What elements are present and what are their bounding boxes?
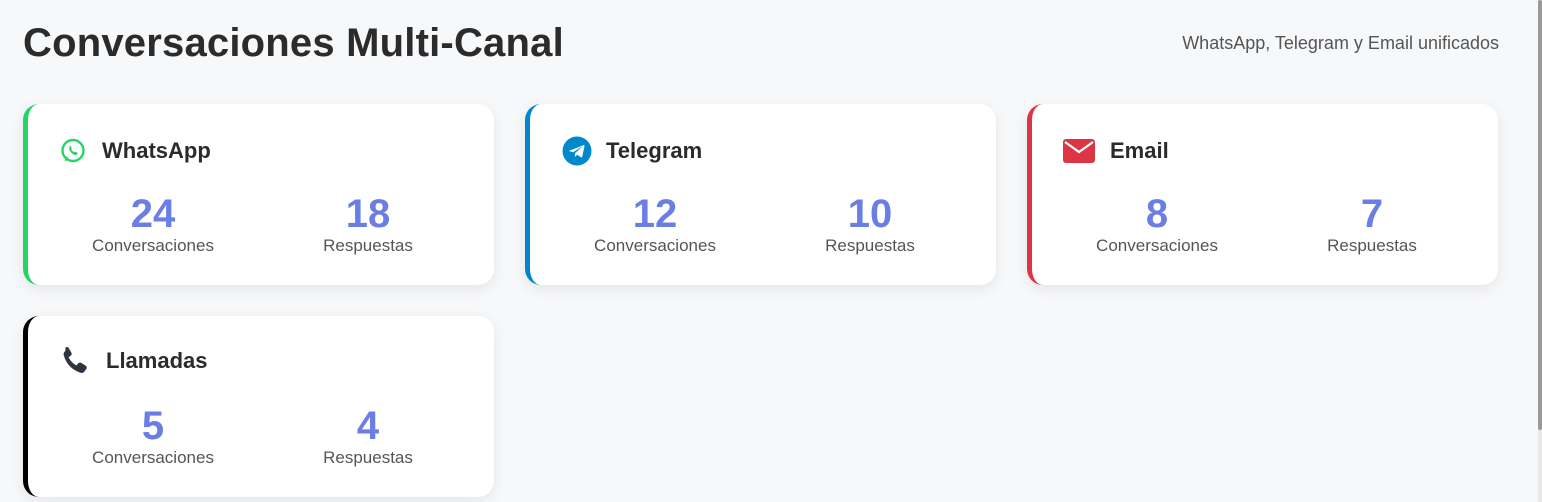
responses-count: 4	[356, 404, 380, 448]
whatsapp-icon	[58, 136, 88, 166]
responses-stat: 4 Respuestas	[268, 404, 468, 468]
conversations-label: Conversaciones	[92, 236, 214, 255]
responses-count: 7	[1360, 192, 1384, 236]
responses-count: 10	[847, 192, 893, 236]
channel-card-calls[interactable]: Llamadas 5 Conversaciones 4 Respuestas	[23, 316, 494, 497]
responses-label: Respuestas	[323, 448, 413, 467]
card-header: Llamadas	[58, 344, 208, 378]
responses-stat: 10 Respuestas	[770, 192, 970, 256]
conversations-count: 5	[141, 404, 165, 448]
responses-label: Respuestas	[1327, 236, 1417, 255]
channel-card-email[interactable]: Email 8 Conversaciones 7 Respuestas	[1027, 104, 1498, 285]
email-icon	[1062, 136, 1096, 166]
phone-icon	[58, 344, 92, 378]
conversations-count: 8	[1145, 192, 1169, 236]
conversations-count: 12	[632, 192, 678, 236]
responses-stat: 18 Respuestas	[268, 192, 468, 256]
page-header: Conversaciones Multi-Canal WhatsApp, Tel…	[23, 18, 1499, 68]
card-title: Llamadas	[106, 348, 208, 373]
page-title: Conversaciones Multi-Canal	[23, 20, 564, 65]
conversations-count: 24	[130, 192, 176, 236]
scrollbar-thumb[interactable]	[1538, 0, 1542, 430]
card-header: Telegram	[562, 134, 702, 168]
card-header: Email	[1062, 134, 1169, 168]
card-title: Telegram	[606, 138, 703, 163]
conversations-label: Conversaciones	[1096, 236, 1218, 255]
responses-label: Respuestas	[323, 236, 413, 255]
card-header: WhatsApp	[58, 134, 211, 168]
conversations-stat: 12 Conversaciones	[555, 192, 755, 256]
conversations-label: Conversaciones	[92, 448, 214, 467]
telegram-icon	[562, 136, 592, 166]
responses-label: Respuestas	[825, 236, 915, 255]
channel-card-whatsapp[interactable]: WhatsApp 24 Conversaciones 18 Respuestas	[23, 104, 494, 285]
card-title: WhatsApp	[102, 138, 211, 163]
page-subtitle: WhatsApp, Telegram y Email unificados	[1182, 32, 1499, 53]
card-title: Email	[1110, 138, 1169, 163]
responses-count: 18	[345, 192, 391, 236]
channel-card-telegram[interactable]: Telegram 12 Conversaciones 10 Respuestas	[525, 104, 996, 285]
conversations-label: Conversaciones	[594, 236, 716, 255]
conversations-stat: 24 Conversaciones	[53, 192, 253, 256]
conversations-stat: 8 Conversaciones	[1057, 192, 1257, 256]
responses-stat: 7 Respuestas	[1272, 192, 1472, 256]
conversations-stat: 5 Conversaciones	[53, 404, 253, 468]
